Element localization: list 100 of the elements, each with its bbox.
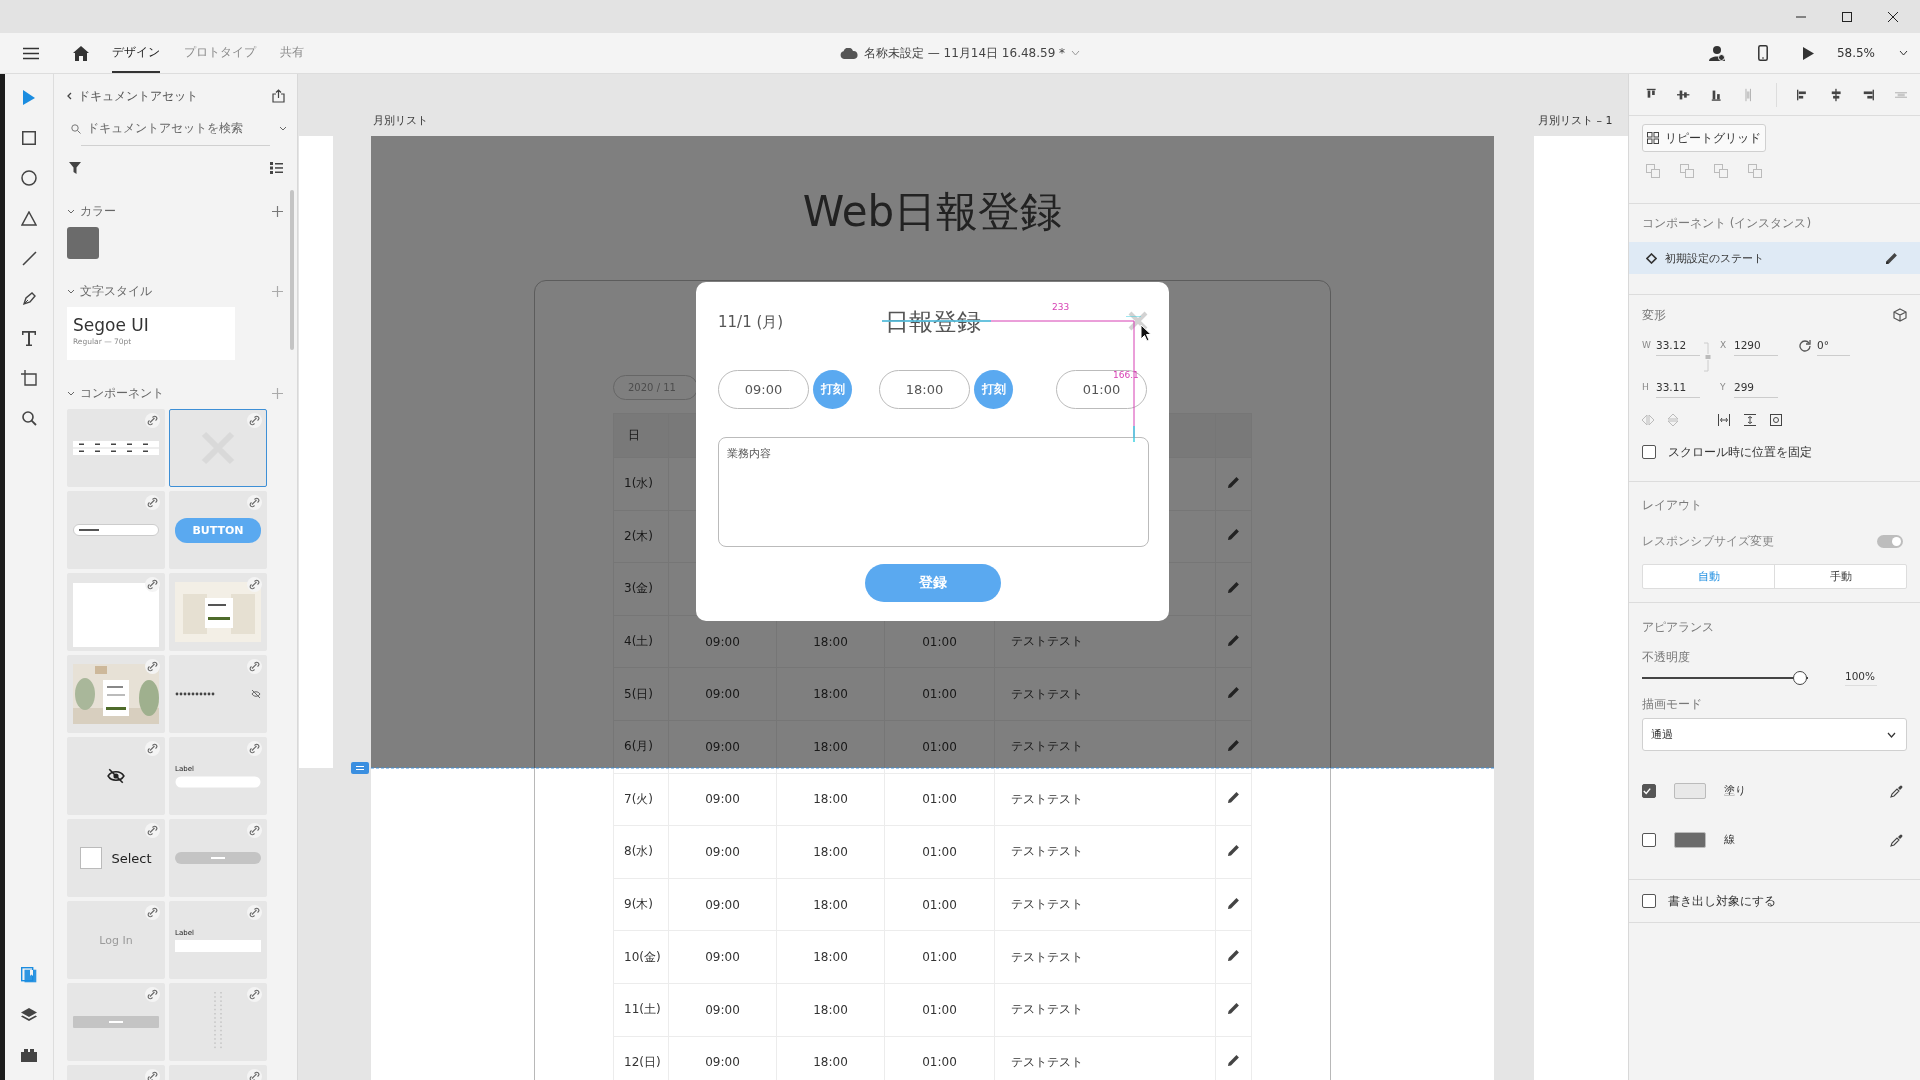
chevron-down-icon[interactable] [67,208,75,214]
align-right-icon[interactable] [1862,87,1875,102]
blend-mode-dropdown[interactable]: 通過 [1642,718,1907,751]
assets-icon[interactable] [21,967,37,983]
pencil-icon[interactable] [1885,251,1898,265]
artboard-label[interactable]: 月別リスト [373,113,428,128]
link-icon[interactable] [145,987,160,1002]
edit-button[interactable] [1227,633,1240,647]
pen-icon[interactable] [21,290,37,306]
slider-thumb[interactable] [1793,670,1807,685]
align-center-icon[interactable] [1829,87,1843,102]
scrollbar[interactable] [290,190,294,350]
repeat-grid-button[interactable]: リピートグリッド [1642,124,1766,152]
back-link[interactable]: ドキュメントアセット [67,87,198,105]
component-tile[interactable] [67,737,165,815]
component-tile[interactable] [67,573,165,651]
line-icon[interactable] [21,250,37,266]
triangle-icon[interactable] [21,210,37,226]
pointer-icon[interactable] [22,90,36,106]
component-tile[interactable]: Select [67,819,165,897]
link-icon[interactable] [247,823,262,838]
zoom-level[interactable]: 58.5% [1836,46,1875,60]
component-tile[interactable] [67,983,165,1061]
edit-button[interactable] [1227,528,1240,542]
number-field[interactable]: 33.11 [1656,376,1700,398]
section-header[interactable]: コンポーネント [67,384,164,402]
artboard-label[interactable]: 月別リスト – 1 [1538,113,1613,128]
link-icon[interactable] [247,495,262,510]
component-tile[interactable] [67,491,165,569]
rectangle-icon[interactable] [22,131,36,145]
chevron-down-icon[interactable] [279,126,287,131]
component-tile[interactable] [169,573,267,651]
checkbox[interactable] [1642,445,1656,459]
component-state-row[interactable]: 初期設定のステート [1629,242,1920,274]
viewport-handle[interactable] [351,762,369,774]
toggle-switch[interactable] [1877,534,1903,548]
link-icon[interactable] [247,741,262,756]
plugins-icon[interactable] [21,1048,37,1062]
section-header[interactable]: カラー [67,202,116,220]
chevron-down-icon[interactable] [67,390,75,396]
link-icon[interactable] [145,823,160,838]
component-tile[interactable] [67,655,165,733]
eyedropper-icon[interactable] [1890,784,1903,798]
distribute-width-icon[interactable] [1718,414,1730,426]
text-icon[interactable] [22,330,36,346]
ellipse-icon[interactable] [21,170,37,186]
artboard[interactable] [371,136,1494,1080]
color-swatch[interactable] [67,227,99,259]
artboard-icon[interactable] [21,370,37,386]
list-view-icon[interactable] [270,162,283,174]
edit-button[interactable] [1227,1001,1240,1015]
link-icon[interactable] [145,659,160,674]
number-field[interactable]: 33.12 [1656,334,1700,356]
memo-field[interactable]: 業務内容 [718,437,1149,547]
chevron-down-icon[interactable] [1899,50,1908,56]
menu-button[interactable] [20,46,42,60]
edit-button[interactable] [1227,738,1240,752]
checkbox[interactable] [1642,784,1656,798]
segment-button[interactable]: 手動 [1774,565,1906,588]
close-icon[interactable] [1128,311,1148,331]
link-icon[interactable] [247,1069,262,1080]
search-field[interactable]: ドキュメントアセットを検索 [81,111,270,146]
link-icon[interactable] [247,659,262,674]
rotation-field[interactable]: 0° [1817,334,1850,356]
component-tile[interactable] [67,409,165,487]
link-icon[interactable] [247,987,262,1002]
link-icon[interactable] [145,1069,160,1080]
link-icon[interactable] [145,905,160,920]
link-icon[interactable] [247,905,262,920]
export-icon[interactable] [272,89,285,103]
component-tile[interactable] [169,819,267,897]
edit-button[interactable] [1227,1054,1240,1068]
edit-button[interactable] [1227,896,1240,910]
edit-button[interactable] [1227,791,1240,805]
link-icon[interactable] [247,413,262,428]
edit-button[interactable] [1227,581,1240,594]
component-tile[interactable] [169,983,267,1061]
edit-button[interactable] [1227,949,1240,963]
opacity-value[interactable]: 100% [1845,670,1877,686]
edit-button[interactable] [1227,686,1240,700]
link-icon[interactable] [145,495,160,510]
color-swatch[interactable] [1674,783,1706,799]
link-icon[interactable] [145,577,160,592]
component-tile[interactable] [169,409,267,487]
cube-icon[interactable] [1893,308,1907,322]
distribute-height-icon[interactable] [1744,414,1756,426]
fit-content-icon[interactable] [1770,414,1782,426]
link-icon[interactable] [145,741,160,756]
chevron-down-icon[interactable] [67,288,75,294]
edit-button[interactable] [1227,475,1240,489]
edit-button[interactable] [1227,843,1240,857]
checkbox[interactable] [1642,894,1656,908]
checkbox[interactable] [1642,833,1656,847]
link-icon[interactable] [247,577,262,592]
number-field[interactable]: 299 [1734,376,1778,398]
add-icon[interactable] [272,205,283,217]
component-tile[interactable] [169,655,267,733]
search-icon[interactable] [21,410,37,426]
segment-button[interactable]: 自動 [1643,565,1774,588]
filter-icon[interactable] [69,162,81,174]
